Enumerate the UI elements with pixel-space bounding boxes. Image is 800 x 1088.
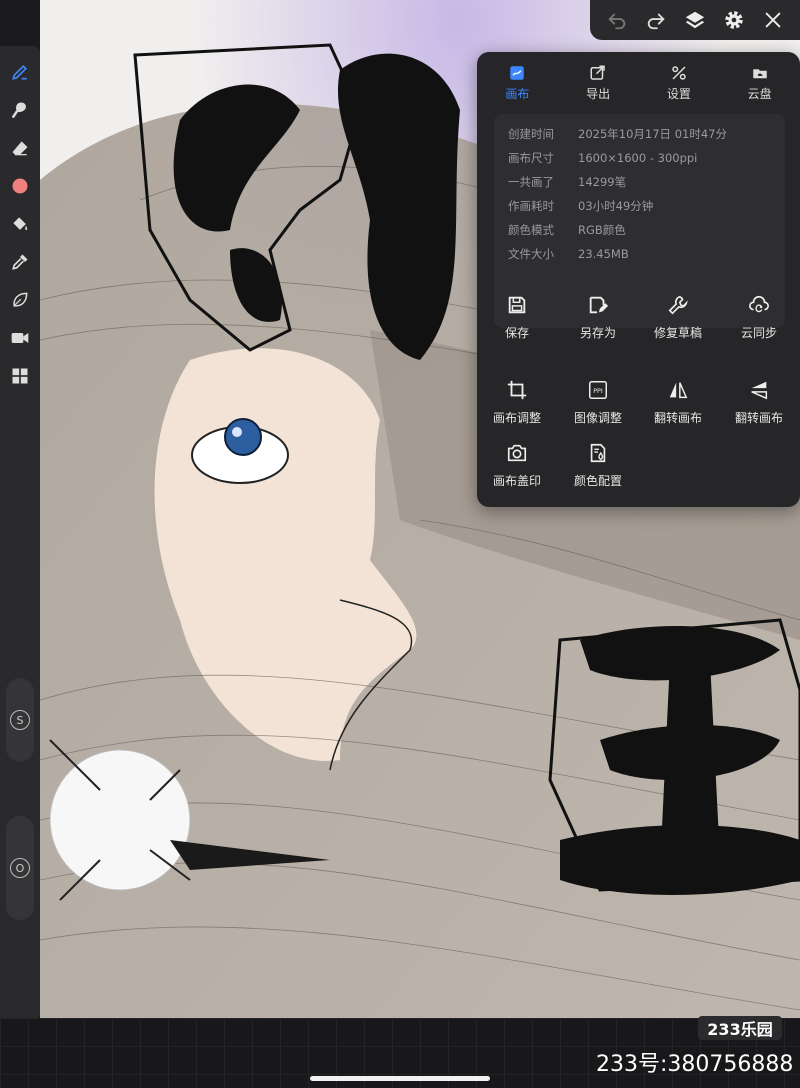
action-label: 画布调整 <box>492 411 541 425</box>
info-key: 文件大小 <box>508 247 554 261</box>
save-button[interactable]: 保存 <box>477 294 557 354</box>
undo-icon[interactable] <box>602 5 632 35</box>
info-row: 一共画了 14299笔 <box>494 170 785 194</box>
info-key: 画布尺寸 <box>508 151 554 165</box>
save-icon <box>508 296 526 314</box>
save-as-button[interactable]: 另存为 <box>558 294 638 354</box>
canvas-icon <box>510 66 525 80</box>
action-label: 翻转画布 <box>734 411 783 425</box>
repair-draft-button[interactable]: 修复草稿 <box>638 294 718 354</box>
canvas-adjust-button[interactable]: 画布调整 <box>477 379 557 439</box>
info-key: 作画耗时 <box>508 199 554 213</box>
eyedropper-icon[interactable] <box>6 248 34 276</box>
action-label: 画布盖印 <box>492 474 541 488</box>
watermark-id: 233号:380756888 <box>596 1052 794 1077</box>
info-value: RGB颜色 <box>578 223 626 237</box>
camera-icon <box>507 444 527 462</box>
info-row: 画布尺寸 1600×1600 - 300ppi <box>494 146 785 170</box>
watermark-logo: 233乐园 <box>698 1016 782 1040</box>
tab-label: 画布 <box>505 87 530 101</box>
video-icon[interactable] <box>6 324 34 352</box>
crop-icon <box>507 380 527 400</box>
tab-settings[interactable]: 设置 <box>639 60 720 104</box>
fill-icon[interactable] <box>6 210 34 238</box>
info-key: 颜色模式 <box>508 223 554 237</box>
info-value: 2025年10月17日 01时47分 <box>578 127 727 141</box>
save-as-icon <box>589 296 609 314</box>
top-toolbar <box>590 0 800 40</box>
action-label: 颜色配置 <box>573 474 622 488</box>
ppi-icon: PPI <box>589 381 607 399</box>
tab-label: 云盘 <box>747 87 772 101</box>
close-icon[interactable] <box>758 5 788 35</box>
svg-text:PPI: PPI <box>593 387 603 395</box>
tab-cloud-drive[interactable]: 云盘 <box>719 60 800 104</box>
grid-icon[interactable] <box>6 362 34 390</box>
panel-tabs: 画布 导出 设置 云盘 <box>477 60 800 104</box>
flip-canvas-horizontal-button[interactable]: 翻转画布 <box>638 379 718 439</box>
color-swatch[interactable] <box>6 172 34 200</box>
info-value: 1600×1600 - 300ppi <box>578 151 698 165</box>
cloud-sync-button[interactable]: 云同步 <box>719 294 799 354</box>
info-value: 23.45MB <box>578 247 629 261</box>
info-row: 颜色模式 RGB颜色 <box>494 218 785 242</box>
home-indicator[interactable] <box>310 1076 490 1081</box>
action-label: 图像调整 <box>573 411 622 425</box>
size-slider-label: S <box>10 710 30 730</box>
canvas-stamp-button[interactable]: 画布盖印 <box>477 442 557 502</box>
flip-vertical-icon <box>751 381 768 400</box>
tab-canvas[interactable]: 画布 <box>477 60 558 104</box>
settings-icon[interactable] <box>719 5 749 35</box>
leaf-icon[interactable] <box>6 286 34 314</box>
action-label: 修复草稿 <box>653 326 702 340</box>
action-label: 保存 <box>504 326 529 340</box>
flip-canvas-vertical-button[interactable]: 翻转画布 <box>719 379 799 439</box>
color-config-button[interactable]: 颜色配置 <box>558 442 638 502</box>
image-adjust-button[interactable]: PPI 图像调整 <box>558 379 638 439</box>
cloud-drive-icon <box>752 69 767 79</box>
info-value: 03小时49分钟 <box>578 199 654 213</box>
pen-icon[interactable] <box>6 58 34 86</box>
canvas-settings-panel: 画布 导出 设置 云盘 创建时间 2025年10月17日 01时47分 画布尺寸 1… <box>477 52 800 507</box>
opacity-slider-label: O <box>10 858 30 878</box>
flip-horizontal-icon <box>669 382 688 399</box>
left-toolbar: S O <box>0 46 40 1021</box>
color-config-icon <box>590 443 606 463</box>
layers-icon[interactable] <box>680 5 710 35</box>
brush-size-slider[interactable]: S <box>6 678 34 762</box>
info-row: 作画耗时 03小时49分钟 <box>494 194 785 218</box>
wrench-icon <box>668 295 688 315</box>
cloud-sync-icon <box>749 296 769 313</box>
tab-label: 设置 <box>666 87 691 101</box>
info-row: 文件大小 23.45MB <box>494 242 785 266</box>
tab-export[interactable]: 导出 <box>558 60 639 104</box>
action-label: 另存为 <box>579 326 616 340</box>
smudge-icon[interactable] <box>6 96 34 124</box>
eraser-icon[interactable] <box>6 134 34 162</box>
opacity-slider[interactable]: O <box>6 816 34 920</box>
info-value: 14299笔 <box>578 175 627 189</box>
info-key: 一共画了 <box>508 175 554 189</box>
redo-icon[interactable] <box>641 5 671 35</box>
export-icon <box>590 65 605 80</box>
tools-icon <box>672 66 686 80</box>
action-label: 云同步 <box>740 326 777 340</box>
info-key: 创建时间 <box>508 127 554 141</box>
action-label: 翻转画布 <box>653 411 702 425</box>
tab-label: 导出 <box>586 87 611 101</box>
info-row: 创建时间 2025年10月17日 01时47分 <box>494 122 785 146</box>
